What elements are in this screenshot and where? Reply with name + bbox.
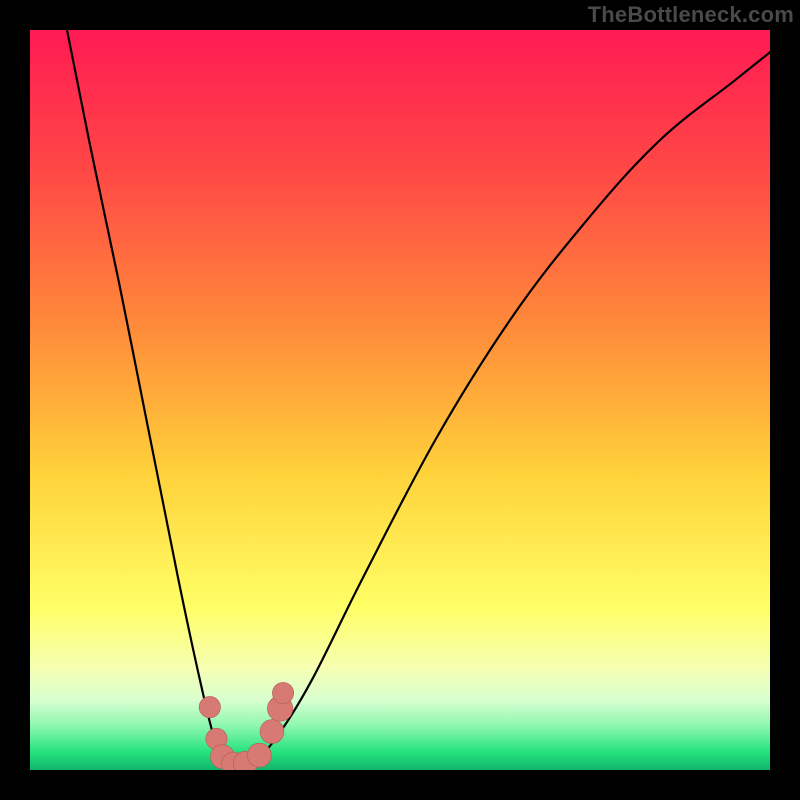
- curve-layer: [30, 30, 770, 770]
- curve-marker: [199, 696, 220, 717]
- curve-marker: [272, 682, 293, 703]
- plot-area: [30, 30, 770, 770]
- curve-marker: [247, 743, 271, 767]
- bottleneck-curve: [67, 30, 770, 766]
- curve-markers: [199, 682, 294, 770]
- attribution-label: TheBottleneck.com: [588, 2, 794, 28]
- curve-marker: [260, 720, 284, 744]
- chart-stage: TheBottleneck.com: [0, 0, 800, 800]
